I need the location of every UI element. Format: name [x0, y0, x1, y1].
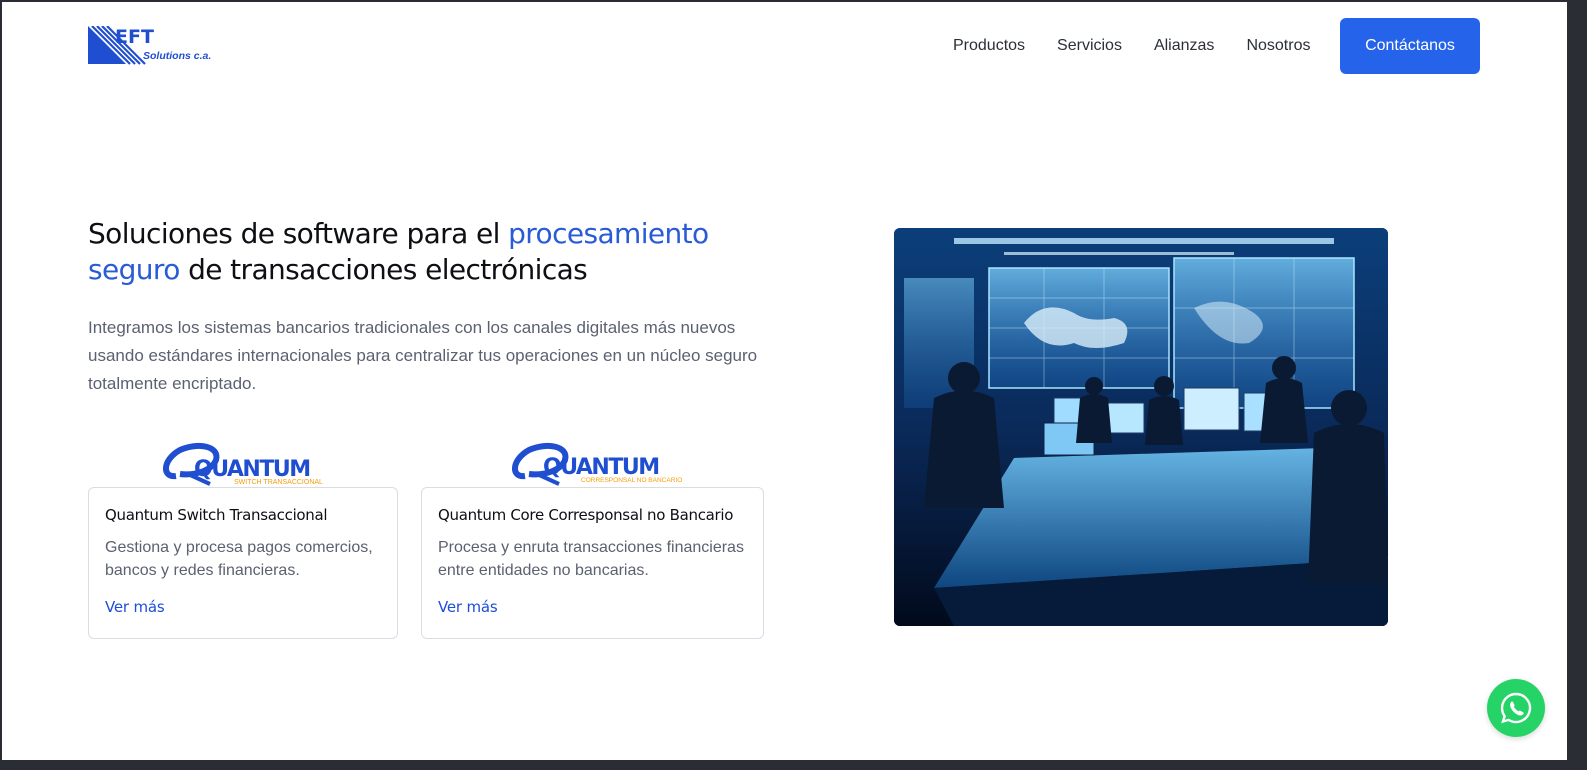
- nav-nosotros[interactable]: Nosotros: [1246, 37, 1310, 55]
- quantum-switch-logo: QUANTUM SWITCH TRANSACCIONAL: [88, 438, 398, 486]
- nav-servicios[interactable]: Servicios: [1057, 37, 1122, 55]
- svg-text:EFT: EFT: [115, 26, 154, 48]
- product-core-corresponsal: QUANTUM CORRESPONSAL NO BANCARIO Quantum…: [421, 438, 764, 639]
- product-title: Quantum Core Corresponsal no Bancario: [438, 506, 734, 524]
- svg-text:Solutions c.a.: Solutions c.a.: [143, 50, 211, 62]
- product-title: Quantum Switch Transaccional: [105, 506, 328, 524]
- operations-room-illustration: [894, 228, 1388, 626]
- svg-text:SWITCH TRANSACCIONAL: SWITCH TRANSACCIONAL: [234, 479, 323, 486]
- eft-logo-mark: EFT Solutions c.a.: [88, 25, 211, 65]
- scrollbar[interactable]: [1567, 0, 1587, 770]
- site-header: EFT Solutions c.a. Productos Servicios A…: [2, 2, 1567, 92]
- product-switch: QUANTUM SWITCH TRANSACCIONAL Quantum Swi…: [88, 438, 398, 639]
- eft-logo[interactable]: EFT Solutions c.a.: [88, 25, 212, 68]
- hero-title-text-2: de transacciones electrónicas: [179, 253, 588, 286]
- svg-text:CORRESPONSAL NO BANCARIO: CORRESPONSAL NO BANCARIO: [581, 477, 682, 484]
- product-description: Procesa y enruta transacciones financier…: [438, 539, 744, 579]
- whatsapp-icon: [1500, 692, 1532, 724]
- contact-button[interactable]: Contáctanos: [1340, 18, 1480, 74]
- quantum-logo-mark: QUANTUM CORRESPONSAL NO BANCARIO: [512, 442, 682, 486]
- product-card: Quantum Core Corresponsal no Bancario Pr…: [421, 487, 764, 639]
- page: EFT Solutions c.a. Productos Servicios A…: [2, 2, 1567, 760]
- quantum-core-logo: QUANTUM CORRESPONSAL NO BANCARIO: [421, 438, 764, 486]
- hero-description: Integramos los sistemas bancarios tradic…: [88, 318, 758, 393]
- whatsapp-button[interactable]: [1487, 679, 1545, 737]
- product-card: Quantum Switch Transaccional Gestiona y …: [88, 487, 398, 639]
- nav-productos[interactable]: Productos: [953, 37, 1025, 55]
- ver-mas-link[interactable]: Ver más: [105, 598, 165, 616]
- product-description: Gestiona y procesa pagos comercios, banc…: [105, 539, 373, 579]
- hero-title-accent: procesamiento: [508, 217, 709, 250]
- hero-title-text: Soluciones de software para el: [88, 217, 509, 250]
- hero-title-accent-2: seguro: [88, 253, 180, 286]
- quantum-logo-mark: QUANTUM SWITCH TRANSACCIONAL: [163, 442, 323, 486]
- main-nav: Productos Servicios Alianzas Nosotros: [937, 18, 1342, 74]
- hero-image: [894, 228, 1388, 626]
- nav-alianzas[interactable]: Alianzas: [1154, 37, 1214, 55]
- hero-title: Soluciones de software para el procesami…: [88, 216, 788, 288]
- ver-mas-link[interactable]: Ver más: [438, 598, 498, 616]
